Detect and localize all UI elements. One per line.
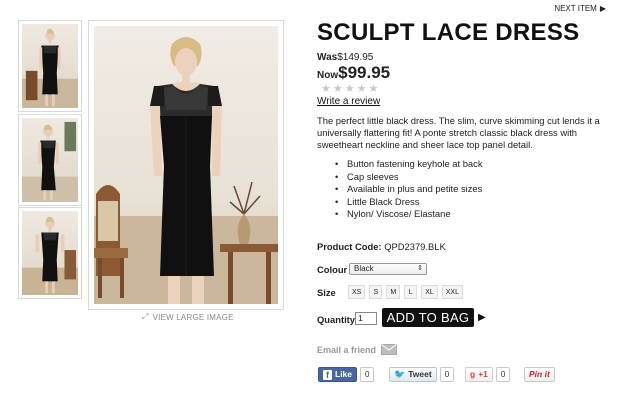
pin-it-button[interactable]: Pin it: [524, 367, 555, 382]
gplus-label: +1: [478, 369, 488, 379]
gplus-icon: g: [470, 369, 476, 379]
triangle-right-icon: ▶: [599, 4, 606, 13]
triangle-right-icon: ▶: [478, 312, 486, 323]
view-large-label: VIEW LARGE IMAGE: [152, 312, 234, 322]
thumbnail-3[interactable]: [18, 207, 82, 299]
size-option-m[interactable]: M: [386, 285, 401, 299]
feature-item: Cap sleeves: [335, 171, 483, 184]
product-title: SCULPT LACE DRESS: [317, 19, 580, 46]
facebook-like-button[interactable]: f Like: [318, 367, 358, 382]
dress-photo-thumb-2: [22, 121, 78, 202]
select-arrows-icon: ⇕: [417, 265, 423, 272]
product-description: The perfect little black dress. The slim…: [317, 115, 600, 150]
size-option-xs[interactable]: XS: [348, 285, 366, 299]
star-icon: ★: [321, 83, 333, 95]
was-label: Was: [317, 52, 338, 63]
feature-item: Little Black Dress: [335, 196, 483, 209]
envelope-icon: [381, 344, 398, 355]
size-options: XS S M L XL XXL: [348, 285, 463, 299]
dress-photo-thumb-1: [22, 28, 78, 108]
pinterest-group: Pin it: [524, 367, 555, 382]
colour-selected-value: Black: [354, 264, 374, 273]
product-code-label: Product Code:: [317, 241, 382, 252]
size-option-s[interactable]: S: [369, 285, 383, 299]
next-item-link[interactable]: NEXT ITEM ▶: [554, 4, 606, 13]
quantity-label: Quantity: [317, 314, 356, 325]
now-price: Now$99.95: [317, 63, 390, 83]
email-friend-link[interactable]: Email a friend: [317, 344, 398, 355]
product-code-value: QPD2379.BLK: [384, 241, 446, 252]
dress-photo-main: [94, 37, 278, 304]
now-label: Now: [317, 70, 339, 81]
email-friend-label: Email a friend: [317, 344, 377, 355]
colour-select[interactable]: Black ⇕: [349, 263, 427, 275]
now-price-value: $99.95: [338, 63, 391, 82]
product-code: Product Code: QPD2379.BLK: [317, 241, 446, 252]
was-price-value: $149.95: [337, 52, 374, 63]
size-option-xl[interactable]: XL: [421, 285, 438, 299]
star-icon: ★: [356, 83, 369, 95]
tweet-label: Tweet: [408, 369, 432, 379]
size-label: Size: [317, 287, 336, 298]
feature-list: Button fastening keyhole at back Cap sle…: [335, 158, 483, 221]
gplus-count: 0: [495, 367, 511, 382]
twitter-bird-icon: 🐦: [394, 369, 406, 379]
next-item-label: NEXT ITEM: [554, 4, 597, 13]
tweet-group: 🐦 Tweet 0: [389, 367, 455, 382]
star-icon: ★: [332, 83, 345, 95]
add-to-bag-button[interactable]: ADD TO BAG: [382, 308, 474, 327]
gplus-group: g +1 0: [465, 367, 511, 382]
feature-item: Nylon/ Viscose/ Elastane: [335, 208, 483, 221]
quantity-input[interactable]: 1: [355, 312, 377, 325]
facebook-icon: f: [323, 369, 332, 380]
write-review-link[interactable]: Write a review: [317, 96, 380, 107]
colour-label: Colour: [317, 264, 348, 275]
facebook-like-label: Like: [335, 369, 353, 379]
star-icon: ★: [368, 83, 381, 95]
facebook-like-group: f Like 0: [318, 367, 375, 382]
was-price: Was$149.95: [317, 52, 373, 63]
facebook-like-count: 0: [360, 367, 375, 382]
tweet-button[interactable]: 🐦 Tweet: [389, 367, 437, 382]
main-product-image[interactable]: [88, 20, 284, 310]
feature-item: Button fastening keyhole at back: [335, 158, 483, 171]
expand-icon: ⤢: [142, 312, 149, 321]
view-large-image-link[interactable]: ⤢ VIEW LARGE IMAGE: [142, 312, 234, 322]
dress-photo-thumb-3: [22, 216, 78, 295]
tweet-count: 0: [439, 367, 455, 382]
size-option-l[interactable]: L: [404, 285, 418, 299]
feature-item: Available in plus and petite sizes: [335, 183, 483, 196]
gplus-button[interactable]: g +1: [465, 367, 493, 382]
size-option-xxl[interactable]: XXL: [441, 285, 463, 299]
thumbnail-2[interactable]: [18, 114, 82, 206]
rating-stars[interactable]: ★★★★★: [321, 82, 380, 95]
thumbnail-1[interactable]: [18, 20, 82, 112]
star-icon: ★: [344, 83, 357, 95]
